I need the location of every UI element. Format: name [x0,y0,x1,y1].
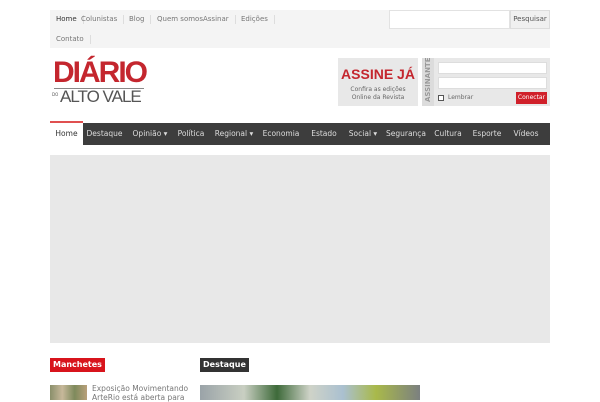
news-title[interactable]: Exposição Movimentando ArteRio está aber… [92,384,197,402]
login-label-text: ASSINANTE [424,57,432,102]
banner-placeholder [50,155,550,343]
connect-button[interactable]: Conectar [516,92,547,104]
remember-label: Lembrar [448,94,474,101]
promo-title: ASSINE JÁ [341,66,415,82]
nav-social[interactable]: Social ▾ [344,123,382,145]
logo-small: DO [52,92,59,97]
username-input[interactable] [438,62,547,74]
main-nav: Destaque Opinião ▾ Política Regional ▾ E… [50,123,550,145]
top-link-blog[interactable]: Blog [123,15,152,24]
top-link-contato[interactable]: Contato [50,35,91,44]
logo[interactable]: DIÁRIO [53,57,148,89]
nav-opiniao[interactable]: Opinião ▾ [128,123,172,145]
logo-subtitle: ALTO VALE [60,87,142,106]
nav-cultura[interactable]: Cultura [433,123,463,145]
promo-line2: Online da Revista [351,94,405,101]
nav-destaque[interactable]: Destaque [83,123,126,145]
remember-checkbox[interactable] [438,95,444,101]
featured-image[interactable] [200,385,420,400]
nav-esporte[interactable]: Esporte [471,123,503,145]
search-input[interactable] [389,10,510,29]
nav-politica[interactable]: Política [174,123,208,145]
nav-regional[interactable]: Regional ▾ [210,123,258,145]
top-link-assinar[interactable]: Assinar [197,15,236,24]
destaque-heading: Destaque [200,358,249,372]
search-button[interactable]: Pesquisar [510,10,550,29]
nav-videos[interactable]: Vídeos [510,123,542,145]
subscribe-promo[interactable]: ASSINE JÁ Confira as edições Online da R… [338,58,418,106]
nav-seguranca[interactable]: Segurança [384,123,428,145]
password-input[interactable] [438,77,547,89]
nav-economia[interactable]: Economia [260,123,302,145]
nav-home[interactable]: Home [50,121,83,145]
promo-line1: Confira as edições [350,86,406,93]
top-link-colunistas[interactable]: Colunistas [75,15,125,24]
manchetes-heading: Manchetes [50,358,105,372]
top-link-edicoes[interactable]: Edições [235,15,275,24]
news-thumbnail[interactable] [50,385,87,400]
login-label: ASSINANTE [422,58,434,106]
nav-estado[interactable]: Estado [306,123,342,145]
